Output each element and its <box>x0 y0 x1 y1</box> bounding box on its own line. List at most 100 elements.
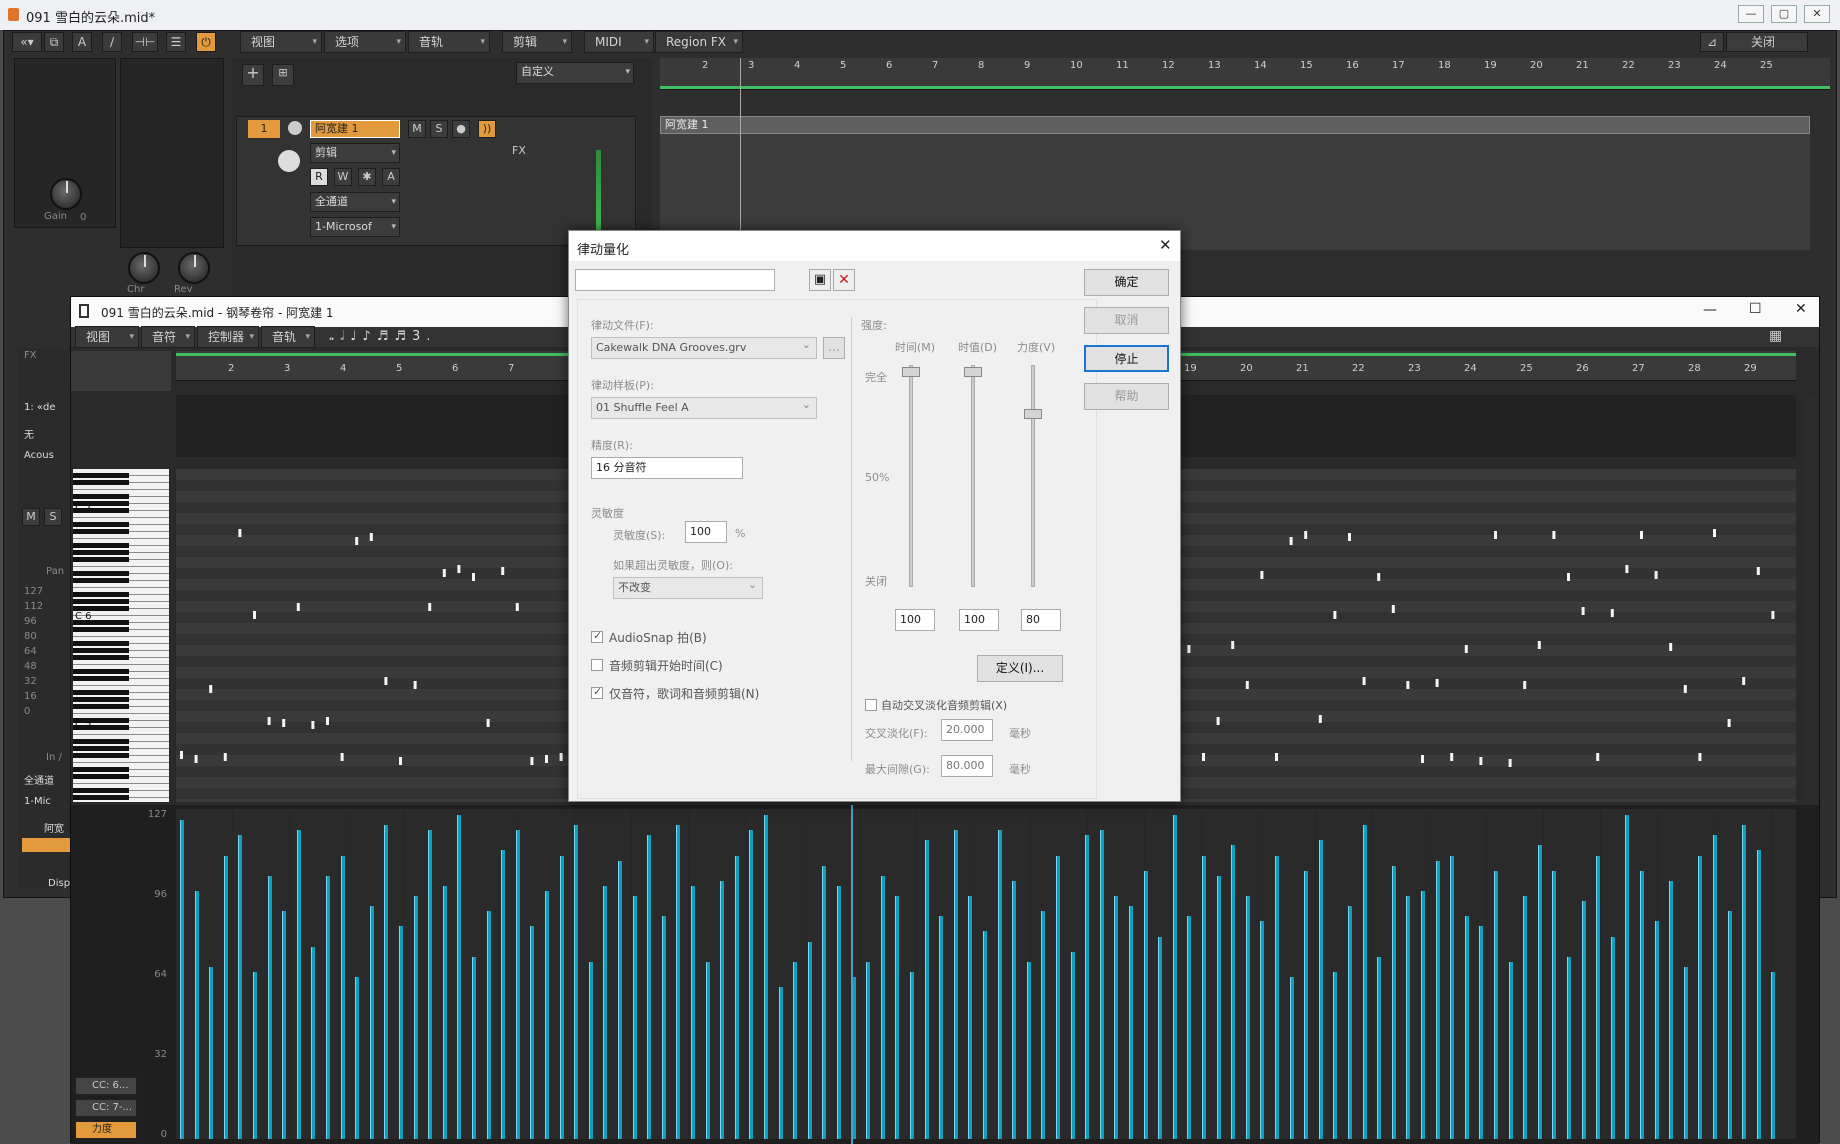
edit-tool-icon[interactable]: ∕ <box>102 32 122 52</box>
velocity-bar[interactable] <box>778 987 783 1139</box>
rewind-icon[interactable]: «▾ <box>12 32 42 52</box>
midi-note[interactable] <box>515 603 519 611</box>
velocity-bar[interactable] <box>515 830 520 1139</box>
menu-clips[interactable]: 剪辑 <box>502 31 572 53</box>
velocity-bar[interactable] <box>1435 860 1440 1139</box>
velocity-bar[interactable] <box>530 926 535 1139</box>
midi-note[interactable] <box>1654 571 1658 579</box>
midi-note[interactable] <box>1187 645 1191 653</box>
power-icon[interactable]: ⏻ <box>196 32 216 52</box>
velocity-bar[interactable] <box>734 855 739 1139</box>
velocity-slider-track[interactable] <box>1031 365 1035 587</box>
black-key[interactable] <box>73 480 129 485</box>
velocity-bar[interactable] <box>399 926 403 1139</box>
midi-note[interactable] <box>296 603 300 611</box>
velocity-bar[interactable] <box>1756 850 1761 1139</box>
midi-note[interactable] <box>472 573 475 581</box>
velocity-bar[interactable] <box>369 906 374 1139</box>
velocity-bar[interactable] <box>632 896 637 1139</box>
velocity-bar[interactable] <box>1260 921 1265 1139</box>
menu-track[interactable]: 音轨 <box>408 31 490 53</box>
copy-icon[interactable]: ⧉ <box>44 32 64 52</box>
preset-name-input[interactable] <box>575 269 775 291</box>
velocity-bar[interactable] <box>837 885 841 1139</box>
black-key[interactable] <box>73 571 129 576</box>
duration-slider-track[interactable] <box>971 365 975 587</box>
track-number[interactable]: 1 <box>248 120 280 138</box>
velocity-bar[interactable] <box>1216 875 1221 1139</box>
track-name-field[interactable]: 阿宽建 1 <box>310 120 400 138</box>
velocity-bar[interactable] <box>472 956 476 1139</box>
velocity-bar[interactable] <box>1654 921 1659 1139</box>
midi-note[interactable] <box>1537 641 1541 649</box>
channel-dropdown[interactable]: 全通道 <box>310 192 400 212</box>
midi-note[interactable] <box>1435 679 1439 687</box>
velocity-bar[interactable] <box>501 850 506 1139</box>
velocity-bar[interactable] <box>983 931 987 1139</box>
velocity-bar[interactable] <box>661 916 666 1139</box>
black-key[interactable] <box>73 641 129 646</box>
midi-note[interactable] <box>442 569 446 577</box>
piano-menu-controllers[interactable]: 控制器 <box>197 326 259 348</box>
midi-note[interactable] <box>1464 645 1468 653</box>
midi-note[interactable] <box>457 565 461 573</box>
midi-note[interactable] <box>1640 531 1643 539</box>
velocity-bar[interactable] <box>603 885 608 1139</box>
midi-note[interactable] <box>340 753 344 761</box>
piano-minimize-icon[interactable]: — <box>1703 302 1717 318</box>
velocity-bar[interactable] <box>267 875 272 1139</box>
reverb-knob[interactable] <box>178 252 210 284</box>
midi-note[interactable] <box>1742 677 1746 685</box>
midi-note[interactable] <box>1304 531 1308 539</box>
velocity-bar[interactable] <box>1742 825 1747 1139</box>
velocity-bar[interactable] <box>1406 896 1411 1139</box>
add-track-icon[interactable]: + <box>242 64 264 86</box>
velocity-bar[interactable] <box>1479 926 1484 1139</box>
asterisk-icon[interactable]: ✱ <box>358 168 376 186</box>
chorus-knob[interactable] <box>128 252 160 284</box>
velocity-bar[interactable] <box>588 961 593 1139</box>
velocity-bar[interactable] <box>194 890 199 1139</box>
velocity-bar[interactable] <box>457 815 462 1139</box>
velocity-bar[interactable] <box>1099 830 1104 1139</box>
black-key[interactable] <box>73 690 129 695</box>
velocity-bar[interactable] <box>1348 906 1352 1139</box>
velocity-bar[interactable] <box>1289 977 1294 1139</box>
maxgap-input[interactable]: 80.000 <box>941 755 993 777</box>
velocity-bar[interactable] <box>1143 870 1148 1139</box>
velocity-bar[interactable] <box>296 830 301 1139</box>
velocity-bar[interactable] <box>355 977 360 1139</box>
browse-button[interactable]: ... <box>823 337 845 359</box>
velocity-bar[interactable] <box>880 875 885 1139</box>
midi-note[interactable] <box>267 717 271 725</box>
piano-menu-notes[interactable]: 音符 <box>141 326 195 348</box>
black-key[interactable] <box>73 788 129 793</box>
velocity-bar[interactable] <box>428 830 433 1139</box>
velocity-bar[interactable] <box>749 830 754 1139</box>
velocity-bar[interactable] <box>209 966 214 1139</box>
midi-note[interactable] <box>1289 537 1293 545</box>
velocity-bar[interactable] <box>559 855 564 1139</box>
inspector-solo[interactable]: S <box>44 508 62 526</box>
black-key[interactable] <box>73 795 129 800</box>
velocity-bar[interactable] <box>1450 855 1455 1139</box>
black-key[interactable] <box>73 543 129 548</box>
black-key[interactable] <box>73 473 129 478</box>
midi-note[interactable] <box>209 685 213 693</box>
close-window-button[interactable]: ✕ <box>1804 5 1830 23</box>
track-mode-dropdown[interactable]: 剪辑 <box>310 143 400 163</box>
velocity-bar[interactable] <box>1640 870 1644 1139</box>
velocity-bar[interactable] <box>1610 936 1615 1139</box>
midi-note[interactable] <box>1683 685 1687 693</box>
velocity-bar[interactable] <box>1464 916 1469 1139</box>
velocity-bar[interactable] <box>1026 961 1031 1139</box>
menu-midi[interactable]: MIDI <box>584 31 654 53</box>
velocity-slider-thumb[interactable] <box>1024 409 1042 419</box>
velocity-bar[interactable] <box>1202 855 1206 1139</box>
lane-cc6[interactable]: CC: 6... <box>75 1077 137 1095</box>
velocity-bar[interactable] <box>1377 956 1382 1139</box>
velocity-bar[interactable] <box>1041 911 1046 1139</box>
velocity-bar[interactable] <box>442 885 447 1139</box>
piano-keyboard[interactable] <box>73 469 169 802</box>
groove-pattern-select[interactable]: 01 Shuffle Feel A <box>591 395 817 419</box>
